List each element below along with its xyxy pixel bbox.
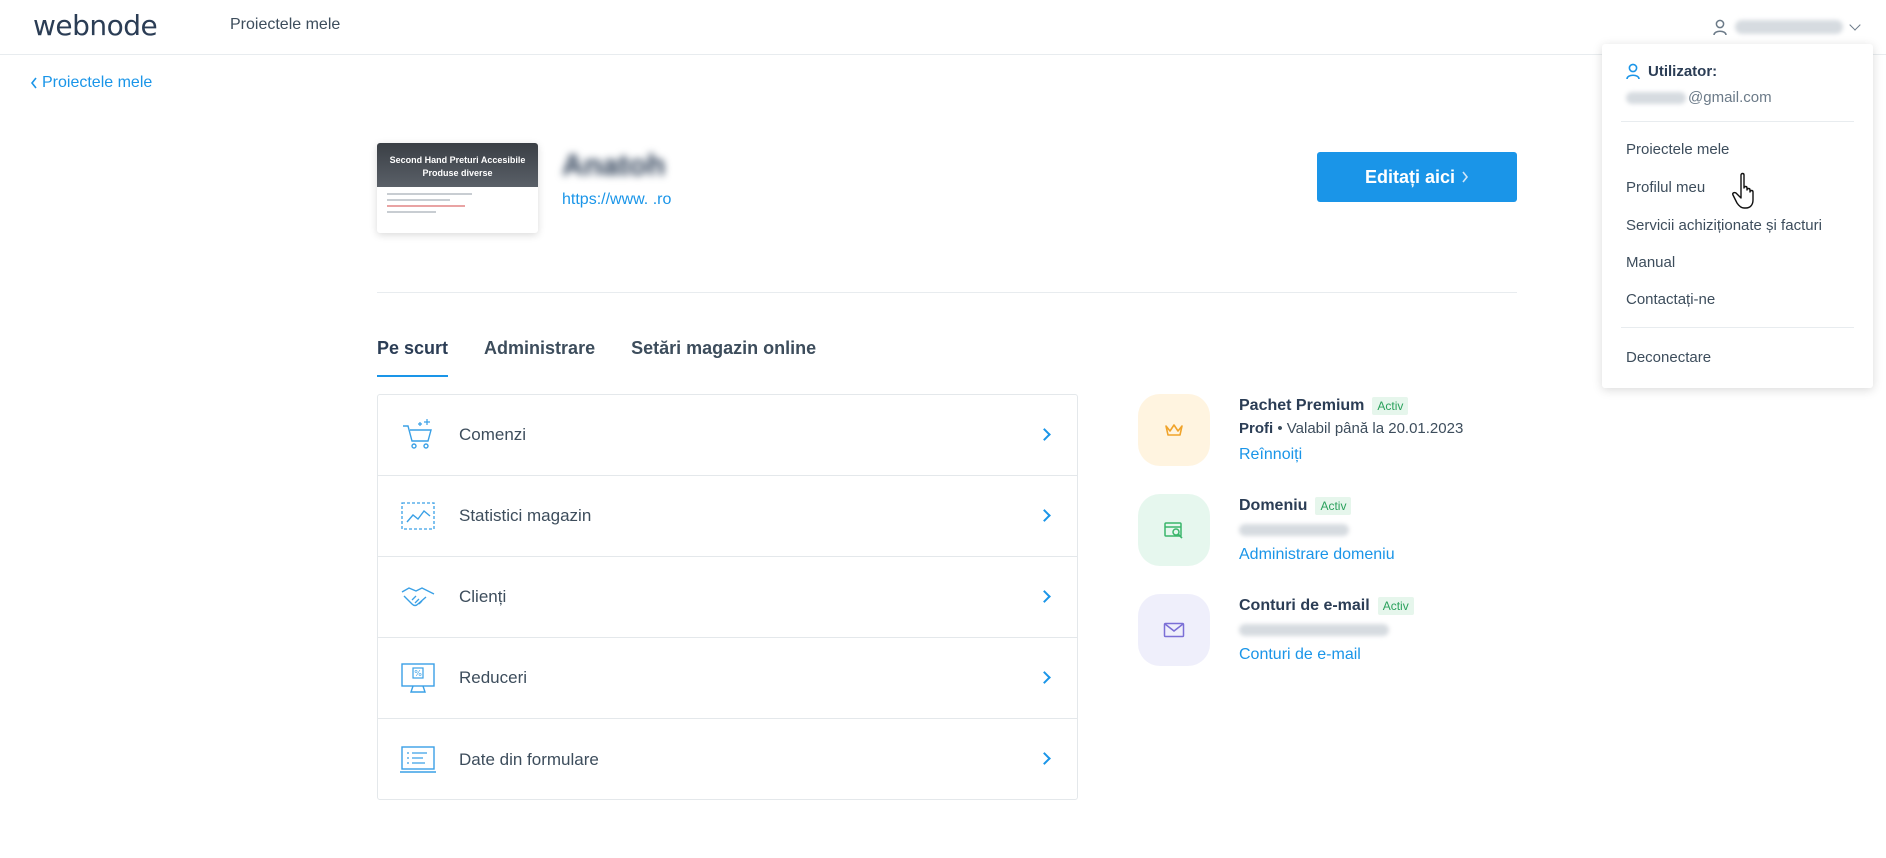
list-item-discounts[interactable]: % Reduceri: [378, 638, 1077, 719]
chevron-right-icon: [1038, 752, 1051, 765]
nav-my-projects[interactable]: Proiectele mele: [230, 16, 340, 34]
chevron-left-icon: [30, 77, 37, 89]
email-title: Conturi de e-mail: [1239, 597, 1370, 614]
domain-title-row: Domeniu Activ: [1239, 497, 1352, 515]
list-item-orders[interactable]: Comenzi: [378, 395, 1077, 476]
dropdown-user-header: Utilizator:: [1626, 63, 1717, 80]
dropdown-item-logout[interactable]: Deconectare: [1626, 349, 1711, 366]
list-item-label: Date din formulare: [459, 749, 599, 769]
premium-package-info: Pachet Premium Activ Profi • Valabil pân…: [1138, 394, 1518, 474]
user-name-redacted: [1735, 20, 1843, 34]
email-suffix: @gmail.com: [1688, 89, 1772, 106]
thumbnail-hero: Second Hand Preturi Accesibile Produse d…: [377, 143, 538, 187]
chevron-right-icon: [1038, 509, 1051, 522]
dropdown-divider: [1621, 327, 1854, 328]
thumbnail-title-line1: Second Hand Preturi Accesibile: [389, 155, 526, 165]
user-menu-button[interactable]: [1713, 14, 1873, 40]
email-accounts-link[interactable]: Conturi de e-mail: [1239, 646, 1361, 664]
thumbnail-body: [377, 187, 538, 223]
domain-name-redacted: [1239, 524, 1349, 536]
cart-icon: [398, 415, 438, 455]
manage-domain-link[interactable]: Administrare domeniu: [1239, 546, 1395, 564]
package-title: Pachet Premium: [1239, 397, 1365, 414]
chevron-right-icon: [1038, 428, 1051, 441]
email-accounts-info: Conturi de e-mail Activ Conturi de e-mai…: [1138, 594, 1518, 674]
domain-search-icon: [1138, 494, 1210, 566]
dropdown-divider: [1621, 121, 1854, 122]
dropdown-item-my-profile[interactable]: Profilul meu: [1626, 179, 1705, 196]
list-item-customers[interactable]: Clienți: [378, 557, 1077, 638]
form-data-icon: [398, 740, 438, 780]
list-item-label: Reduceri: [459, 668, 528, 687]
email-address-redacted: [1239, 624, 1389, 636]
user-dropdown-menu: Utilizator: @gmail.com Proiectele mele P…: [1602, 44, 1873, 388]
list-item-label: Clienți: [459, 587, 507, 606]
status-badge: Activ: [1377, 597, 1414, 615]
renew-link[interactable]: Reînnoiți: [1239, 446, 1302, 464]
dropdown-item-my-projects[interactable]: Proiectele mele: [1626, 141, 1729, 158]
svg-text:%: %: [414, 669, 422, 678]
user-icon: [1713, 19, 1727, 35]
status-badge: Activ: [1315, 497, 1352, 515]
list-item-form-data[interactable]: Date din formulare: [378, 719, 1077, 800]
edit-button-label: Editați aici: [1364, 166, 1456, 187]
chevron-right-icon: [1038, 671, 1051, 684]
user-icon: [1626, 63, 1640, 80]
chevron-right-icon: [1462, 171, 1469, 183]
discount-monitor-icon: %: [398, 658, 438, 698]
thumbnail-title-line2: Produse diverse: [422, 168, 493, 178]
domain-title: Domeniu: [1239, 497, 1308, 514]
status-badge: Activ: [1372, 397, 1409, 415]
chevron-down-icon: [1849, 19, 1861, 31]
mail-icon: [1138, 594, 1210, 666]
project-name: Anatoh: [562, 149, 666, 182]
package-title-row: Pachet Premium Activ: [1239, 397, 1409, 415]
back-to-projects-link[interactable]: Proiectele mele: [30, 74, 152, 92]
section-divider: [377, 292, 1517, 293]
tab-administration[interactable]: Administrare: [484, 338, 595, 377]
package-validity-row: Profi • Valabil până la 20.01.2023: [1239, 420, 1463, 437]
dropdown-item-services-invoices[interactable]: Servicii achiziționate și facturi: [1626, 217, 1822, 234]
dropdown-item-contact[interactable]: Contactați-ne: [1626, 291, 1715, 308]
tab-shop-settings[interactable]: Setări magazin online: [631, 338, 816, 377]
tab-bar: Pe scurt Administrare Setări magazin onl…: [377, 338, 816, 377]
hand-cursor-icon: [1732, 172, 1754, 209]
edit-here-button[interactable]: Editați aici: [1317, 152, 1517, 202]
handshake-icon: [398, 577, 438, 617]
project-thumbnail[interactable]: Second Hand Preturi Accesibile Produse d…: [377, 143, 538, 233]
user-label: Utilizator:: [1648, 63, 1718, 80]
email-redacted: [1626, 91, 1686, 104]
list-item-shop-statistics[interactable]: Statistici magazin: [378, 476, 1077, 557]
back-link-label: Proiectele mele: [42, 74, 153, 91]
shop-menu-list: Comenzi Statistici magazin Clienți % Red…: [377, 394, 1078, 800]
tab-overview[interactable]: Pe scurt: [377, 338, 449, 377]
package-plan: Profi: [1239, 420, 1274, 437]
chart-icon: [398, 496, 438, 536]
domain-info: Domeniu Activ Administrare domeniu: [1138, 494, 1518, 574]
package-validity: • Valabil până la 20.01.2023: [1273, 420, 1464, 437]
list-item-label: Comenzi: [459, 425, 527, 444]
webnode-logo[interactable]: webnode: [33, 9, 158, 42]
list-item-label: Statistici magazin: [459, 506, 592, 525]
email-title-row: Conturi de e-mail Activ: [1239, 597, 1414, 615]
chevron-right-icon: [1038, 590, 1051, 603]
dropdown-item-manual[interactable]: Manual: [1626, 254, 1675, 271]
project-url-link[interactable]: https://www. .ro: [562, 191, 671, 209]
user-email: @gmail.com: [1626, 89, 1772, 106]
crown-icon: [1138, 394, 1210, 466]
